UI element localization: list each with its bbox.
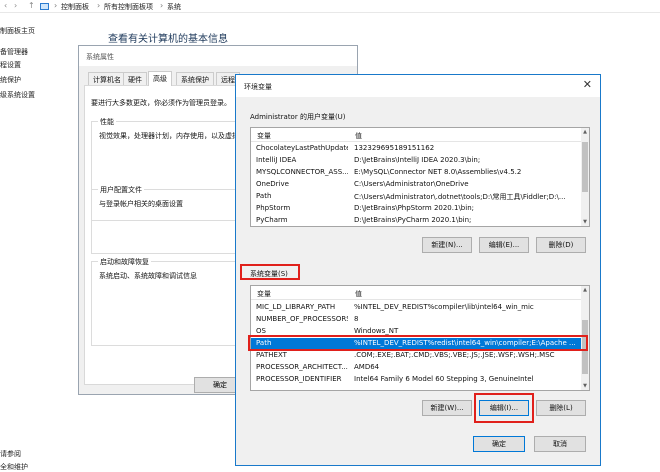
- tab-system-protection[interactable]: 系统保护: [176, 72, 214, 85]
- user-variables-label: Administrator 的用户变量(U): [250, 113, 346, 121]
- column-header-value[interactable]: 值: [355, 131, 362, 141]
- env-cancel-button[interactable]: 取消: [534, 436, 586, 452]
- scrollbar-thumb[interactable]: [582, 142, 588, 192]
- address-bar: ‹ › ↑ › 控制面板 › 所有控制面板项 › 系统: [0, 0, 660, 13]
- performance-group-title: 性能: [98, 117, 116, 127]
- user-profiles-group-desc: 与登录帐户相关的桌面设置: [99, 200, 183, 208]
- user-variables-list[interactable]: 变量 值 ChocolateyLastPathUpdate 13232969518…: [250, 127, 590, 227]
- system-new-button[interactable]: 新建(W)...: [422, 400, 472, 416]
- table-row[interactable]: OneDrive C:\Users\Administrator\OneDrive: [251, 179, 581, 190]
- table-row[interactable]: PATHEXT .COM;.EXE;.BAT;.CMD;.VBS;.VBE;.JS…: [251, 350, 581, 361]
- env-ok-button[interactable]: 确定: [473, 436, 525, 452]
- variable-value: E:\MySQL\Connector NET 8.0\Assemblies\v4…: [354, 168, 522, 176]
- left-nav-home[interactable]: 制面板主页: [0, 26, 35, 36]
- startup-recovery-group-title: 启动和故障恢复: [98, 257, 151, 267]
- variable-name: NUMBER_OF_PROCESSORS: [256, 315, 348, 323]
- variable-name: PATHEXT: [256, 351, 287, 359]
- left-nav-device-manager[interactable]: 备管理器: [0, 47, 28, 57]
- column-header-variable[interactable]: 变量: [257, 131, 271, 141]
- breadcrumb-all-items[interactable]: 所有控制面板项: [104, 2, 153, 12]
- see-also-heading: 请参阅: [0, 450, 21, 458]
- back-arrow-icon[interactable]: ‹: [4, 1, 7, 10]
- variable-name: OneDrive: [256, 180, 289, 188]
- system-variables-header: 变量 值: [251, 286, 589, 300]
- variable-value: .COM;.EXE;.BAT;.CMD;.VBS;.VBE;.JS;.JSE;.…: [354, 351, 555, 359]
- variable-value: C:\Users\Administrator\.dotnet\tools;D:\…: [354, 193, 566, 201]
- user-profiles-group-title: 用户配置文件: [98, 185, 144, 195]
- variable-name: PROCESSOR_ARCHITECT...: [256, 363, 348, 371]
- highlight-box-edit-button: [474, 393, 534, 423]
- tab-advanced[interactable]: 高级: [148, 71, 172, 86]
- breadcrumb-separator: ›: [54, 1, 58, 10]
- variable-name: MYSQLCONNECTOR_ASS...: [256, 168, 348, 176]
- variable-value: 8: [354, 315, 359, 323]
- table-row[interactable]: ChocolateyLastPathUpdate 1323296951891511…: [251, 143, 581, 154]
- variable-value: 132329695189151162: [354, 144, 435, 152]
- tab-hardware[interactable]: 硬件: [123, 72, 147, 85]
- close-icon[interactable]: ✕: [583, 78, 592, 91]
- variable-name: PROCESSOR_IDENTIFIER: [256, 375, 342, 383]
- page-title: 查看有关计算机的基本信息: [108, 34, 228, 45]
- tab-computer-name[interactable]: 计算机名: [88, 72, 126, 85]
- breadcrumb-control-panel[interactable]: 控制面板: [61, 2, 89, 12]
- variable-value: C:\Users\Administrator\OneDrive: [354, 180, 469, 188]
- variable-name: IntelliJ IDEA: [256, 156, 297, 164]
- variable-value: Intel64 Family 6 Model 60 Stepping 3, Ge…: [354, 375, 534, 383]
- env-dialog-title: 环境变量: [236, 75, 600, 97]
- variable-value: D:\JetBrains\IntelliJ IDEA 2020.3\bin;: [354, 156, 481, 164]
- security-maintenance-link[interactable]: 全和维护: [0, 462, 28, 472]
- table-row[interactable]: Path C:\Users\Administrator\.dotnet\tools…: [251, 191, 581, 202]
- table-row[interactable]: PROCESSOR_IDENTIFIER Intel64 Family 6 Mod…: [251, 374, 581, 385]
- table-row[interactable]: PhpStorm D:\JetBrains\PhpStorm 2020.1\bin…: [251, 203, 581, 214]
- variable-value: Windows_NT: [354, 327, 399, 335]
- left-nav-system-protection[interactable]: 统保护: [0, 75, 21, 85]
- system-properties-title: 系统属性: [79, 46, 357, 66]
- user-variables-header: 变量 值: [251, 128, 589, 142]
- user-edit-button[interactable]: 编辑(E)...: [479, 237, 529, 253]
- column-header-value[interactable]: 值: [355, 289, 362, 299]
- scroll-up-icon[interactable]: ▲: [581, 286, 589, 294]
- admin-note: 要进行大多数更改，你必须作为管理员登录。: [91, 99, 231, 107]
- variable-value: D:\JetBrains\PhpStorm 2020.1\bin;: [354, 204, 474, 212]
- performance-group-desc: 视觉效果，处理器计划，内存使用，以及虚拟: [99, 132, 239, 140]
- left-nav-remote-settings[interactable]: 程设置: [0, 60, 21, 70]
- table-row[interactable]: PROCESSOR_ARCHITECT... AMD64: [251, 362, 581, 373]
- column-header-variable[interactable]: 变量: [257, 289, 271, 299]
- table-row[interactable]: IntelliJ IDEA D:\JetBrains\IntelliJ IDEA …: [251, 155, 581, 166]
- table-row[interactable]: MIC_LD_LIBRARY_PATH %INTEL_DEV_REDIST%com…: [251, 302, 581, 313]
- scroll-down-icon[interactable]: ▼: [581, 382, 589, 390]
- variable-value: AMD64: [354, 363, 380, 371]
- variable-name: MIC_LD_LIBRARY_PATH: [256, 303, 336, 311]
- variable-name: OS: [256, 327, 266, 335]
- up-arrow-icon[interactable]: ↑: [28, 1, 35, 10]
- user-delete-button[interactable]: 删除(D): [536, 237, 586, 253]
- highlight-box-path-row: [248, 335, 588, 351]
- variable-value: D:\JetBrains\PyCharm 2020.1\bin;: [354, 216, 472, 224]
- variable-name: Path: [256, 192, 272, 200]
- system-delete-button[interactable]: 删除(L): [536, 400, 586, 416]
- variable-name: ChocolateyLastPathUpdate: [256, 144, 348, 152]
- control-panel-icon: [40, 3, 49, 10]
- forward-arrow-icon[interactable]: ›: [14, 1, 17, 10]
- table-row[interactable]: PyCharm D:\JetBrains\PyCharm 2020.1\bin;: [251, 215, 581, 226]
- user-list-scrollbar[interactable]: ▲ ▼: [581, 128, 589, 226]
- breadcrumb-system[interactable]: 系统: [167, 2, 181, 12]
- table-row[interactable]: MYSQLCONNECTOR_ASS... E:\MySQL\Connector …: [251, 167, 581, 178]
- breadcrumb-separator: ›: [160, 1, 164, 10]
- user-new-button[interactable]: 新建(N)...: [422, 237, 472, 253]
- breadcrumb-separator: ›: [97, 1, 101, 10]
- variable-value: %INTEL_DEV_REDIST%compiler\lib\intel64_w…: [354, 303, 534, 311]
- highlight-box-system-label: [240, 264, 300, 280]
- environment-variables-dialog: 环境变量 ✕ Administrator 的用户变量(U) 变量 值 Choco…: [235, 74, 601, 466]
- table-row[interactable]: NUMBER_OF_PROCESSORS 8: [251, 314, 581, 325]
- left-nav-advanced-settings[interactable]: 级系统设置: [0, 90, 35, 100]
- variable-name: PyCharm: [256, 216, 288, 224]
- variable-name: PhpStorm: [256, 204, 291, 212]
- scroll-up-icon[interactable]: ▲: [581, 128, 589, 136]
- scroll-down-icon[interactable]: ▼: [581, 218, 589, 226]
- startup-recovery-group-desc: 系统启动、系统故障和调试信息: [99, 272, 197, 280]
